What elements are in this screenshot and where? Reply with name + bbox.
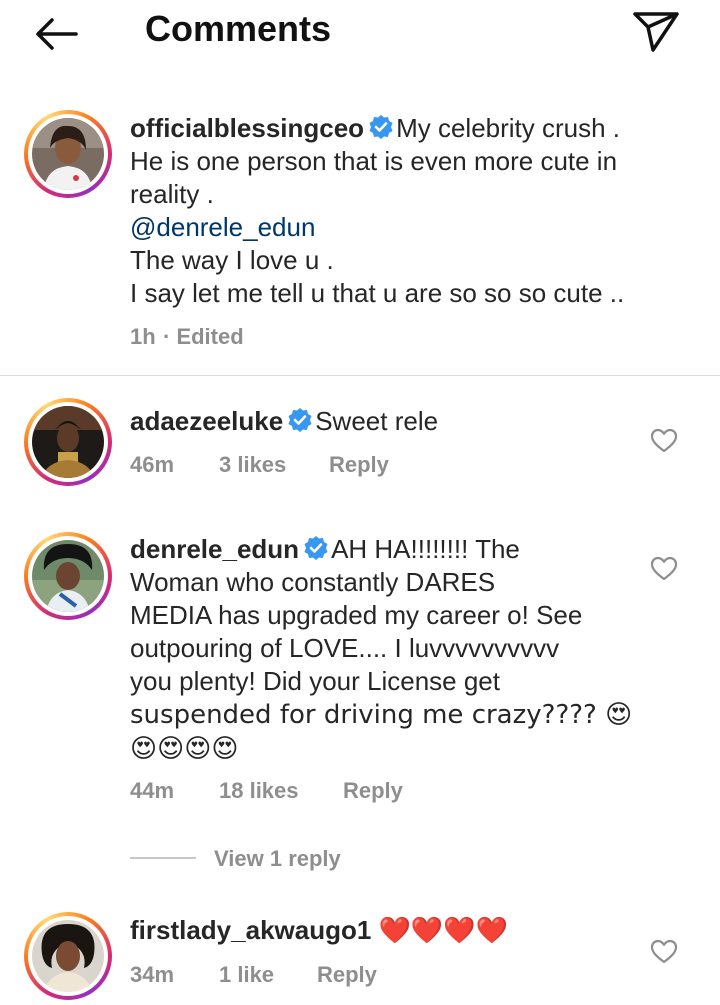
comment-line: suspended for driving me crazy???? 😍 <box>130 700 633 730</box>
verified-badge-icon <box>287 407 313 433</box>
comment-meta: 1h · Edited <box>130 324 430 352</box>
like-count[interactable]: 18 likes <box>219 778 299 804</box>
comment-body: firstlady_akwaugo1 ❤️❤️❤️❤️ <box>130 914 640 948</box>
comment-text: Sweet rele <box>315 406 439 436</box>
reply-button[interactable]: Reply <box>329 452 389 478</box>
page-title: Comments <box>145 8 332 49</box>
comment-time: 1h <box>130 324 156 349</box>
like-heart-icon[interactable] <box>650 555 678 583</box>
comment-username[interactable]: officialblessingceo <box>130 113 364 143</box>
like-heart-icon[interactable] <box>650 427 678 455</box>
like-heart-icon[interactable] <box>650 938 678 966</box>
mention-link[interactable]: @denrele_edun <box>130 212 315 242</box>
comment-line: The way I love u . <box>130 245 334 275</box>
comment-meta: 46m 3 likes Reply <box>130 452 530 480</box>
comment-body: officialblessingceo My celebrity crush . … <box>130 112 690 310</box>
avatar[interactable] <box>24 532 112 620</box>
comment-line: outpouring of LOVE.... I luvvvvvvvvvv <box>130 633 560 663</box>
verified-badge-icon <box>303 535 329 561</box>
top-bar: Comments <box>0 0 720 64</box>
edited-label: · Edited <box>163 324 244 349</box>
comment-time: 46m <box>130 452 175 477</box>
send-icon[interactable] <box>628 6 684 56</box>
avatar[interactable] <box>24 398 112 486</box>
comment-body: adaezeeluke Sweet rele <box>130 405 640 438</box>
like-count[interactable]: 3 likes <box>219 452 286 478</box>
comment-time: 34m <box>130 962 175 987</box>
comment-line: MEDIA has upgraded my career o! See <box>130 600 583 630</box>
view-replies-button[interactable]: View 1 reply <box>214 846 341 872</box>
comment-meta: 34m 1 like Reply <box>130 962 530 990</box>
comment-username[interactable]: firstlady_akwaugo1 <box>130 915 371 945</box>
avatar[interactable] <box>24 110 112 198</box>
comment-line: He is one person that is even more cute … <box>130 146 618 176</box>
comment-text: ❤️❤️❤️❤️ <box>378 916 509 946</box>
comment-time: 44m <box>130 778 175 803</box>
replies-divider-line <box>130 857 196 859</box>
reply-button[interactable]: Reply <box>343 778 403 804</box>
divider <box>0 375 720 376</box>
comment-line: Woman who constantly DARES <box>130 567 496 597</box>
comment-meta: 44m 18 likes Reply <box>130 778 530 806</box>
comment-line: I say let me tell u that u are so so so … <box>130 278 625 308</box>
avatar[interactable] <box>24 912 112 1000</box>
comment-line: My celebrity crush . <box>396 113 621 143</box>
comment-line: reality . <box>130 179 214 209</box>
comment-username[interactable]: adaezeeluke <box>130 406 283 436</box>
comment-username[interactable]: denrele_edun <box>130 534 299 564</box>
comment-body: denrele_edun AH HA!!!!!!!! The Woman who … <box>130 533 690 766</box>
like-count[interactable]: 1 like <box>219 962 274 988</box>
reply-button[interactable]: Reply <box>317 962 377 988</box>
comment-line: you plenty! Did your License get <box>130 666 500 696</box>
comment-line: 😍😍😍😍 <box>130 734 239 764</box>
back-arrow-icon[interactable] <box>28 12 84 56</box>
verified-badge-icon <box>368 114 394 140</box>
comment-line: AH HA!!!!!!!! The <box>331 534 520 564</box>
